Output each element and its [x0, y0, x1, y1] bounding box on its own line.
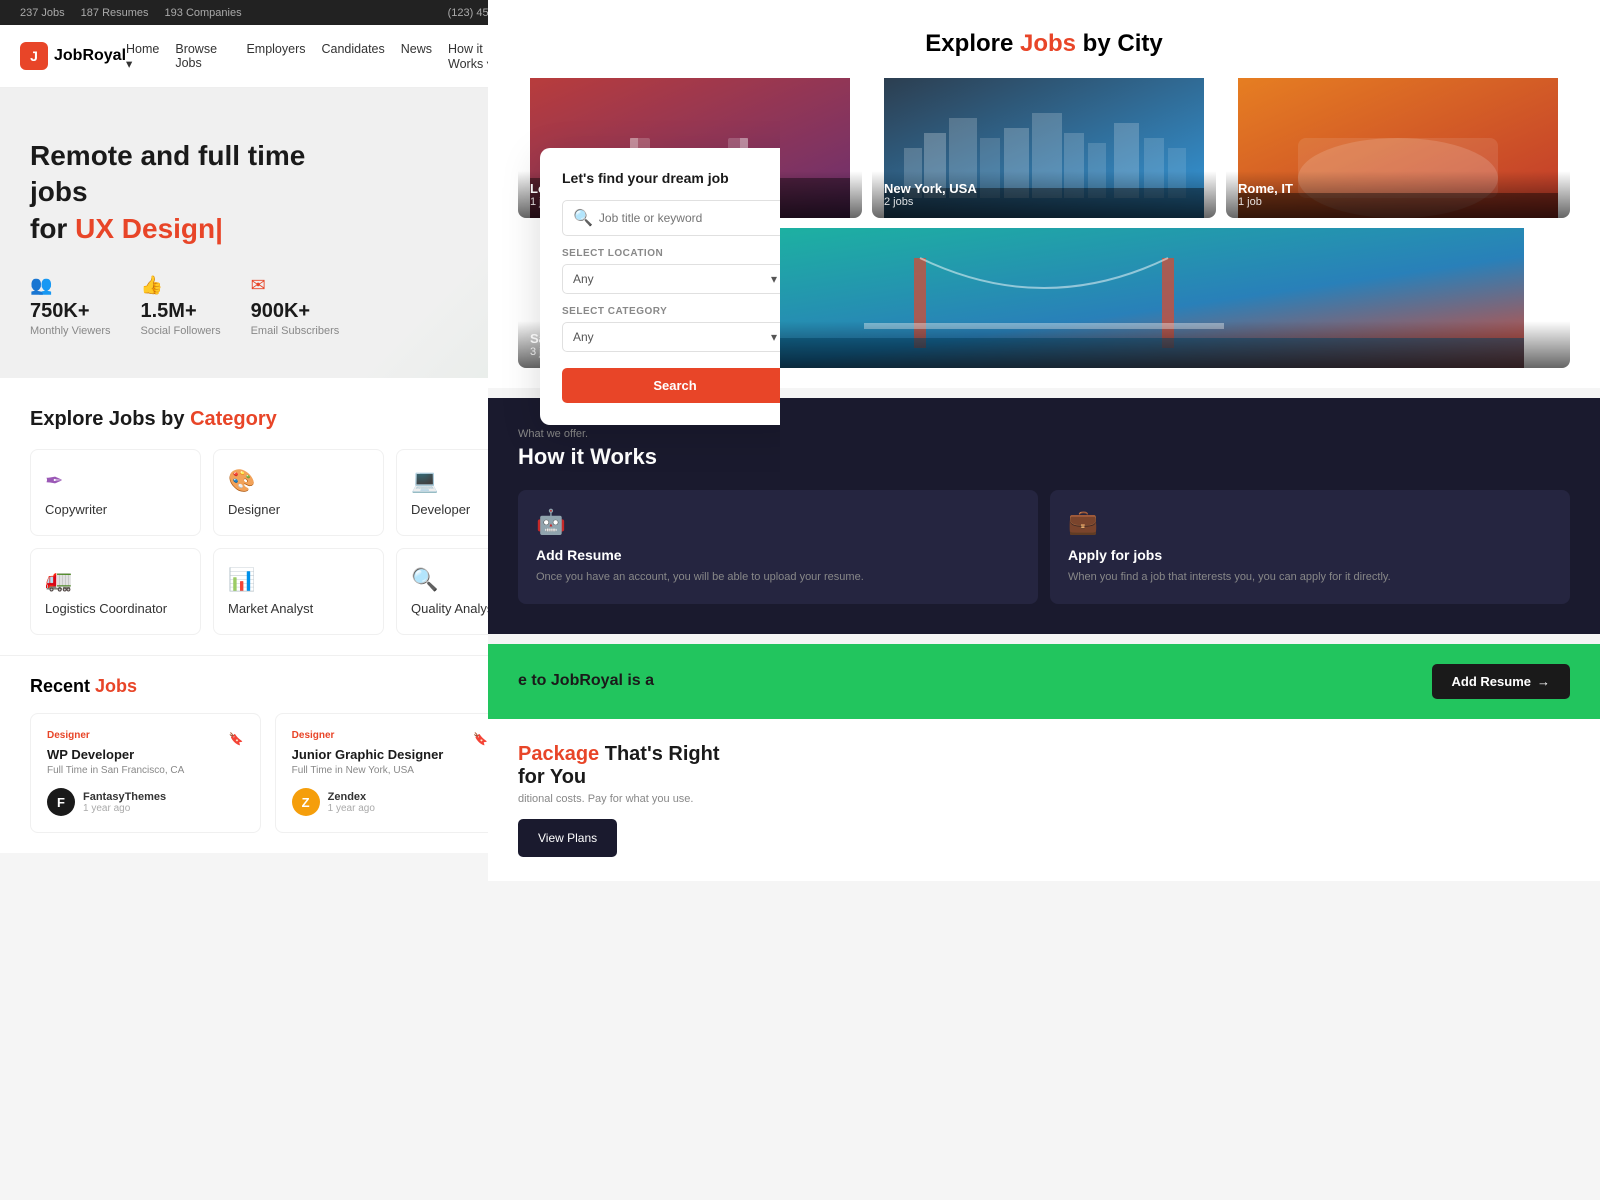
search-input[interactable]: [599, 211, 777, 225]
copywriter-icon: ✒: [45, 468, 186, 494]
city-card-newyork[interactable]: New York, USA 2 jobs: [872, 78, 1216, 218]
location-value: Any: [573, 272, 594, 286]
rome-name: Rome, IT: [1238, 181, 1558, 196]
top-bar-left: 237 Jobs 187 Resumes 193 Companies: [20, 7, 242, 19]
market-analyst-icon: 📊: [228, 567, 369, 593]
job-meta-1: Full Time in San Francisco, CA: [47, 765, 244, 776]
nav-news[interactable]: News: [401, 42, 432, 71]
hero-highlight: UX Design: [75, 213, 215, 244]
search-card: Let's find your dream job 🔍 SELECT LOCAT…: [540, 148, 780, 425]
viewers-icon: 👥: [30, 275, 111, 296]
apply-icon: 💼: [1068, 508, 1552, 537]
logistics-icon: 🚛: [45, 567, 186, 593]
company-logo-2: Z: [292, 788, 320, 816]
social-stat-icon: 👍: [141, 275, 221, 296]
add-resume-button[interactable]: Add Resume →: [1432, 664, 1570, 699]
arrow-icon: →: [1537, 674, 1550, 689]
job-title-2: Junior Graphic Designer: [292, 747, 489, 762]
pricing-title: Package That's Right for You: [518, 743, 1570, 789]
stat-email: ✉ 900K+ Email Subscribers: [251, 275, 340, 337]
pricing-button[interactable]: View Plans: [518, 819, 617, 857]
job-card-2[interactable]: Designer 🔖 Junior Graphic Designer Full …: [275, 713, 506, 833]
logo-icon: J: [20, 42, 48, 70]
how-card-text-resume: Once you have an account, you will be ab…: [536, 569, 1020, 586]
job-footer-2: Z Zendex 1 year ago: [292, 788, 489, 816]
company-logo-1: F: [47, 788, 75, 816]
rome-jobs: 1 job: [1238, 196, 1558, 208]
how-subtitle: What we offer.: [518, 428, 1570, 440]
email-stat-icon: ✉: [251, 275, 340, 296]
cta-section: e to JobRoyal is a Add Resume →: [488, 644, 1600, 719]
hero-line1: Remote and full time jobs: [30, 140, 305, 207]
logo-text: JobRoyal: [54, 47, 126, 65]
category-logistics[interactable]: 🚛 Logistics Coordinator: [30, 548, 201, 635]
how-card-text-apply: When you find a job that interests you, …: [1068, 569, 1552, 586]
job-title-1: WP Developer: [47, 747, 244, 762]
category-select[interactable]: Any ▾: [562, 322, 780, 352]
chevron-down-icon: ▾: [771, 272, 777, 286]
bookmark-icon-2[interactable]: 🔖: [473, 732, 488, 746]
designer-label: Designer: [228, 502, 369, 517]
city-section-title: Explore Jobs by City: [518, 30, 1570, 58]
rome-overlay: Rome, IT 1 job: [1226, 171, 1570, 218]
search-input-wrap[interactable]: 🔍: [562, 200, 780, 236]
category-title-highlight: Category: [190, 408, 277, 430]
bookmark-icon-1[interactable]: 🔖: [229, 732, 244, 746]
job-tag-1: Designer: [47, 730, 90, 741]
job-meta-2: Full Time in New York, USA: [292, 765, 489, 776]
nav-browse[interactable]: Browse Jobs: [175, 42, 230, 71]
how-card-resume: 🤖 Add Resume Once you have an account, y…: [518, 490, 1038, 604]
copywriter-label: Copywriter: [45, 502, 186, 517]
hero-line2: for: [30, 213, 75, 244]
job-card-1[interactable]: Designer 🔖 WP Developer Full Time in San…: [30, 713, 261, 833]
jobs-count: 237 Jobs: [20, 7, 65, 19]
how-section: What we offer. How it Works 🤖 Add Resume…: [488, 398, 1600, 634]
how-card-title-resume: Add Resume: [536, 547, 1020, 563]
newyork-overlay: New York, USA 2 jobs: [872, 171, 1216, 218]
pricing-section: Package That's Right for You ditional co…: [488, 719, 1600, 881]
search-icon: 🔍: [573, 208, 593, 228]
nav-candidates[interactable]: Candidates: [322, 42, 385, 71]
category-label: SELECT CATEGORY: [562, 306, 780, 317]
category-value: Any: [573, 330, 594, 344]
market-analyst-label: Market Analyst: [228, 601, 369, 616]
category-title-normal: Explore Jobs by: [30, 408, 185, 430]
category-market-analyst[interactable]: 📊 Market Analyst: [213, 548, 384, 635]
city-card-rome[interactable]: Rome, IT 1 job: [1226, 78, 1570, 218]
pricing-subtitle: ditional costs. Pay for what you use.: [518, 793, 1570, 805]
job-tag-2: Designer: [292, 730, 335, 741]
how-grid: 🤖 Add Resume Once you have an account, y…: [518, 490, 1570, 604]
newyork-name: New York, USA: [884, 181, 1204, 196]
designer-icon: 🎨: [228, 468, 369, 494]
nav-home[interactable]: Home ▾: [126, 42, 159, 71]
nav-employers[interactable]: Employers: [246, 42, 305, 71]
category-designer[interactable]: 🎨 Designer: [213, 449, 384, 536]
resumes-count: 187 Resumes: [81, 7, 149, 19]
logistics-label: Logistics Coordinator: [45, 601, 186, 616]
how-card-title-apply: Apply for jobs: [1068, 547, 1552, 563]
stat-social: 👍 1.5M+ Social Followers: [141, 275, 221, 337]
logo[interactable]: J JobRoyal: [20, 42, 126, 70]
location-label: SELECT LOCATION: [562, 248, 780, 259]
location-select[interactable]: Any ▾: [562, 264, 780, 294]
how-title: How it Works: [518, 444, 1570, 470]
search-button[interactable]: Search: [562, 368, 780, 403]
resume-icon: 🤖: [536, 508, 1020, 537]
job-footer-1: F FantasyThemes 1 year ago: [47, 788, 244, 816]
stat-monthly: 👥 750K+ Monthly Viewers: [30, 275, 111, 337]
how-card-apply: 💼 Apply for jobs When you find a job tha…: [1050, 490, 1570, 604]
search-card-title: Let's find your dream job: [562, 170, 780, 186]
hero-title: Remote and full time jobs for UX Design|: [30, 138, 350, 247]
companies-count: 193 Companies: [165, 7, 242, 19]
chevron-down-cat-icon: ▾: [771, 330, 777, 344]
city-highlight: Jobs: [1020, 30, 1076, 57]
newyork-jobs: 2 jobs: [884, 196, 1204, 208]
cta-text: e to JobRoyal is a: [518, 672, 654, 690]
page-wrapper: 237 Jobs 187 Resumes 193 Companies (123)…: [0, 0, 1600, 1200]
category-copywriter[interactable]: ✒ Copywriter: [30, 449, 201, 536]
